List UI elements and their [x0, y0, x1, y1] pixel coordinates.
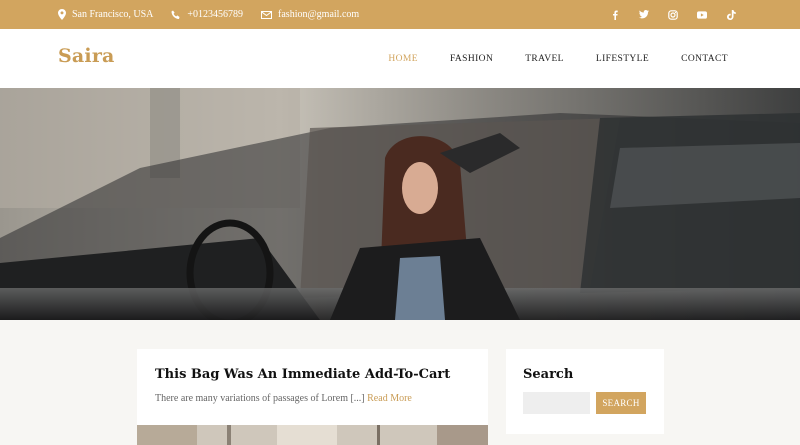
instagram-icon[interactable]	[668, 9, 678, 20]
search-button[interactable]: SEARCH	[596, 392, 646, 414]
nav-home[interactable]: HOME	[388, 54, 418, 64]
top-bar: San Francisco, USA +0123456789 fashion@g…	[0, 0, 800, 29]
twitter-icon[interactable]	[639, 10, 649, 20]
nav-fashion[interactable]: FASHION	[450, 54, 493, 64]
location-item: San Francisco, USA	[58, 9, 153, 20]
nav-travel[interactable]: TRAVEL	[525, 54, 564, 64]
map-pin-icon	[58, 9, 66, 20]
youtube-icon[interactable]	[697, 10, 707, 20]
phone-item[interactable]: +0123456789	[171, 9, 243, 20]
search-input[interactable]	[523, 392, 590, 414]
nav-contact[interactable]: CONTACT	[681, 54, 728, 64]
hero-image	[0, 88, 800, 320]
post-thumbnail[interactable]	[137, 425, 488, 445]
read-more-link[interactable]: Read More	[367, 393, 412, 404]
facebook-icon[interactable]	[610, 10, 620, 20]
email-text[interactable]: fashion@gmail.com	[278, 9, 359, 20]
search-widget-title: Search	[523, 367, 574, 382]
envelope-icon	[261, 10, 273, 19]
nav-lifestyle[interactable]: LIFESTYLE	[596, 54, 649, 64]
search-widget: Search SEARCH	[506, 349, 664, 434]
phone-text[interactable]: +0123456789	[187, 9, 243, 20]
site-logo[interactable]: Saira	[58, 45, 115, 67]
main-nav: HOME FASHION TRAVEL LIFESTYLE CONTACT	[388, 29, 728, 88]
post-excerpt-text: There are many variations of passages of…	[155, 393, 365, 404]
post-excerpt: There are many variations of passages of…	[155, 393, 412, 404]
location-text: San Francisco, USA	[72, 9, 154, 20]
social-links	[610, 0, 736, 29]
tiktok-icon[interactable]	[726, 9, 736, 20]
contact-info: San Francisco, USA +0123456789 fashion@g…	[58, 0, 359, 29]
post-title[interactable]: This Bag Was An Immediate Add-To-Cart	[155, 367, 450, 382]
phone-icon	[171, 10, 181, 20]
post-card: This Bag Was An Immediate Add-To-Cart Th…	[137, 349, 488, 445]
email-item[interactable]: fashion@gmail.com	[261, 9, 359, 20]
site-header: Saira HOME FASHION TRAVEL LIFESTYLE CONT…	[0, 29, 800, 88]
